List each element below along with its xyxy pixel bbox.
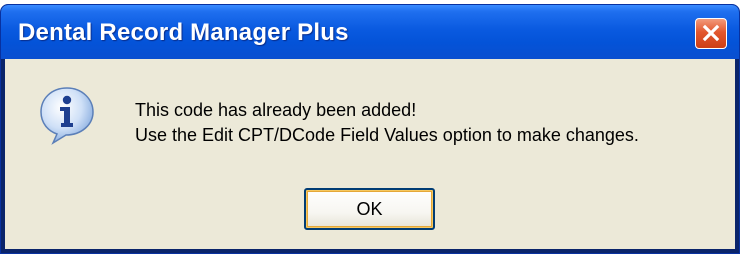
message-line-2: Use the Edit CPT/DCode Field Values opti… [135,125,639,145]
ok-button-label: OK [356,198,383,219]
title-bar[interactable]: Dental Record Manager Plus [1,5,739,59]
dialog-body: This code has already been added! Use th… [5,59,735,249]
window-title: Dental Record Manager Plus [18,19,349,46]
ok-button[interactable]: OK [304,188,435,230]
info-icon [40,87,94,145]
dialog-window: Dental Record Manager Plus This code has… [0,4,740,254]
message-line-1: This code has already been added! [135,100,417,120]
close-button[interactable] [695,18,727,49]
close-icon [702,24,720,42]
